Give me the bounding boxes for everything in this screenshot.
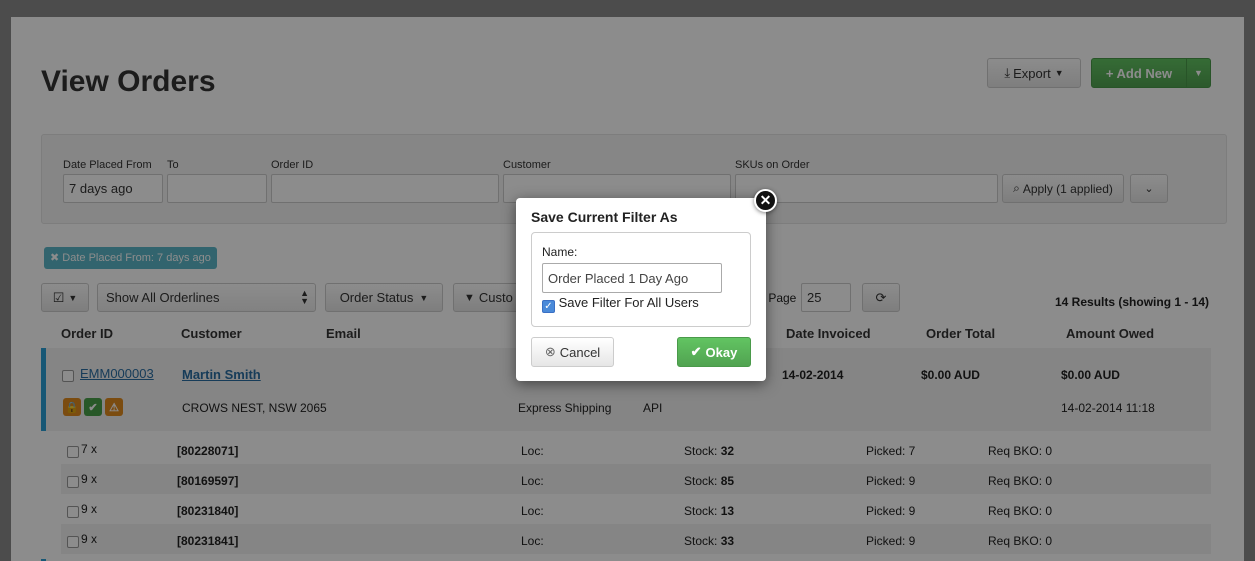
modal-form: Name: Order Placed 1 Day Ago ✓ Save Filt… xyxy=(531,232,751,327)
check-circle-icon: ✔ xyxy=(690,344,702,359)
modal-title: Save Current Filter As xyxy=(531,209,678,225)
cancel-button[interactable]: ⊗ Cancel xyxy=(531,337,614,367)
save-for-all-row[interactable]: ✓ Save Filter For All Users xyxy=(542,295,699,313)
cancel-icon: ⊗ xyxy=(544,344,556,359)
filter-name-input[interactable]: Order Placed 1 Day Ago xyxy=(542,263,722,293)
okay-label: Okay xyxy=(705,344,738,360)
save-for-all-label: Save Filter For All Users xyxy=(558,295,699,310)
save-filter-modal: Save Current Filter As Name: Order Place… xyxy=(516,198,766,381)
okay-button[interactable]: ✔ Okay xyxy=(677,337,751,367)
name-label: Name: xyxy=(542,245,578,259)
close-icon[interactable]: ✕ xyxy=(754,189,777,212)
save-for-all-checkbox[interactable]: ✓ xyxy=(542,300,555,313)
cancel-label: Cancel xyxy=(559,344,601,360)
